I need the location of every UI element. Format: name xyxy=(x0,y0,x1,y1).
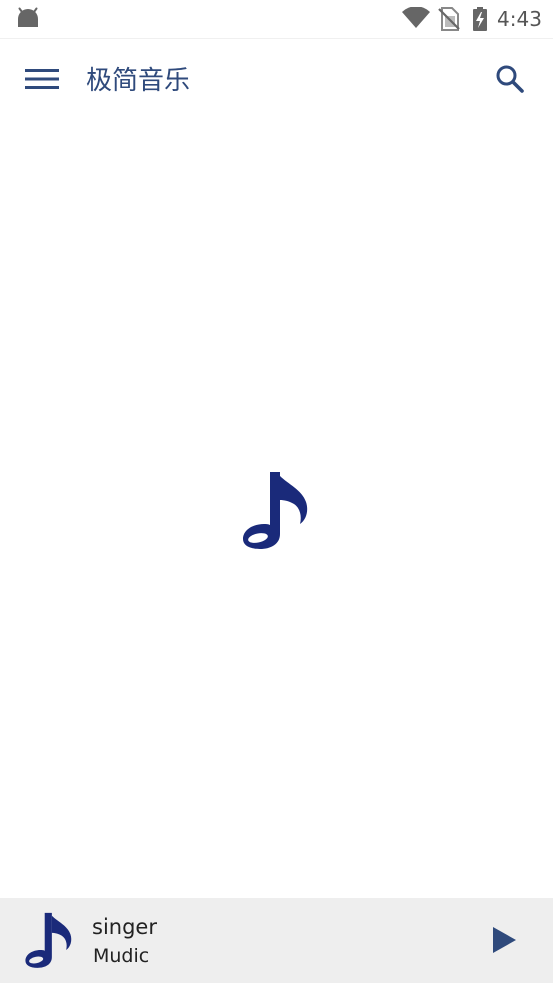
player-song-title: Mudic xyxy=(93,945,150,967)
empty-state-music-note xyxy=(236,468,316,556)
status-clock: 4:43 xyxy=(497,7,542,31)
android-icon xyxy=(16,7,40,33)
play-button[interactable] xyxy=(480,920,528,964)
status-bar: 4:43 xyxy=(0,0,553,39)
app-screen: 4:43 极简音乐 singer Mudic xyxy=(0,0,553,983)
app-title: 极简音乐 xyxy=(86,66,191,96)
player-singer: singer xyxy=(92,915,157,939)
menu-button[interactable] xyxy=(14,57,70,105)
wifi-icon xyxy=(401,6,431,33)
music-note-icon xyxy=(20,910,78,974)
play-icon xyxy=(490,925,518,959)
sim-off-icon xyxy=(438,7,460,35)
battery-charging-icon xyxy=(472,6,488,36)
app-bar: 极简音乐 xyxy=(0,39,553,125)
search-button[interactable] xyxy=(484,57,536,105)
music-note-icon xyxy=(236,472,316,556)
mini-player[interactable]: singer Mudic xyxy=(0,898,553,983)
menu-icon xyxy=(25,67,59,95)
search-icon xyxy=(495,64,525,98)
